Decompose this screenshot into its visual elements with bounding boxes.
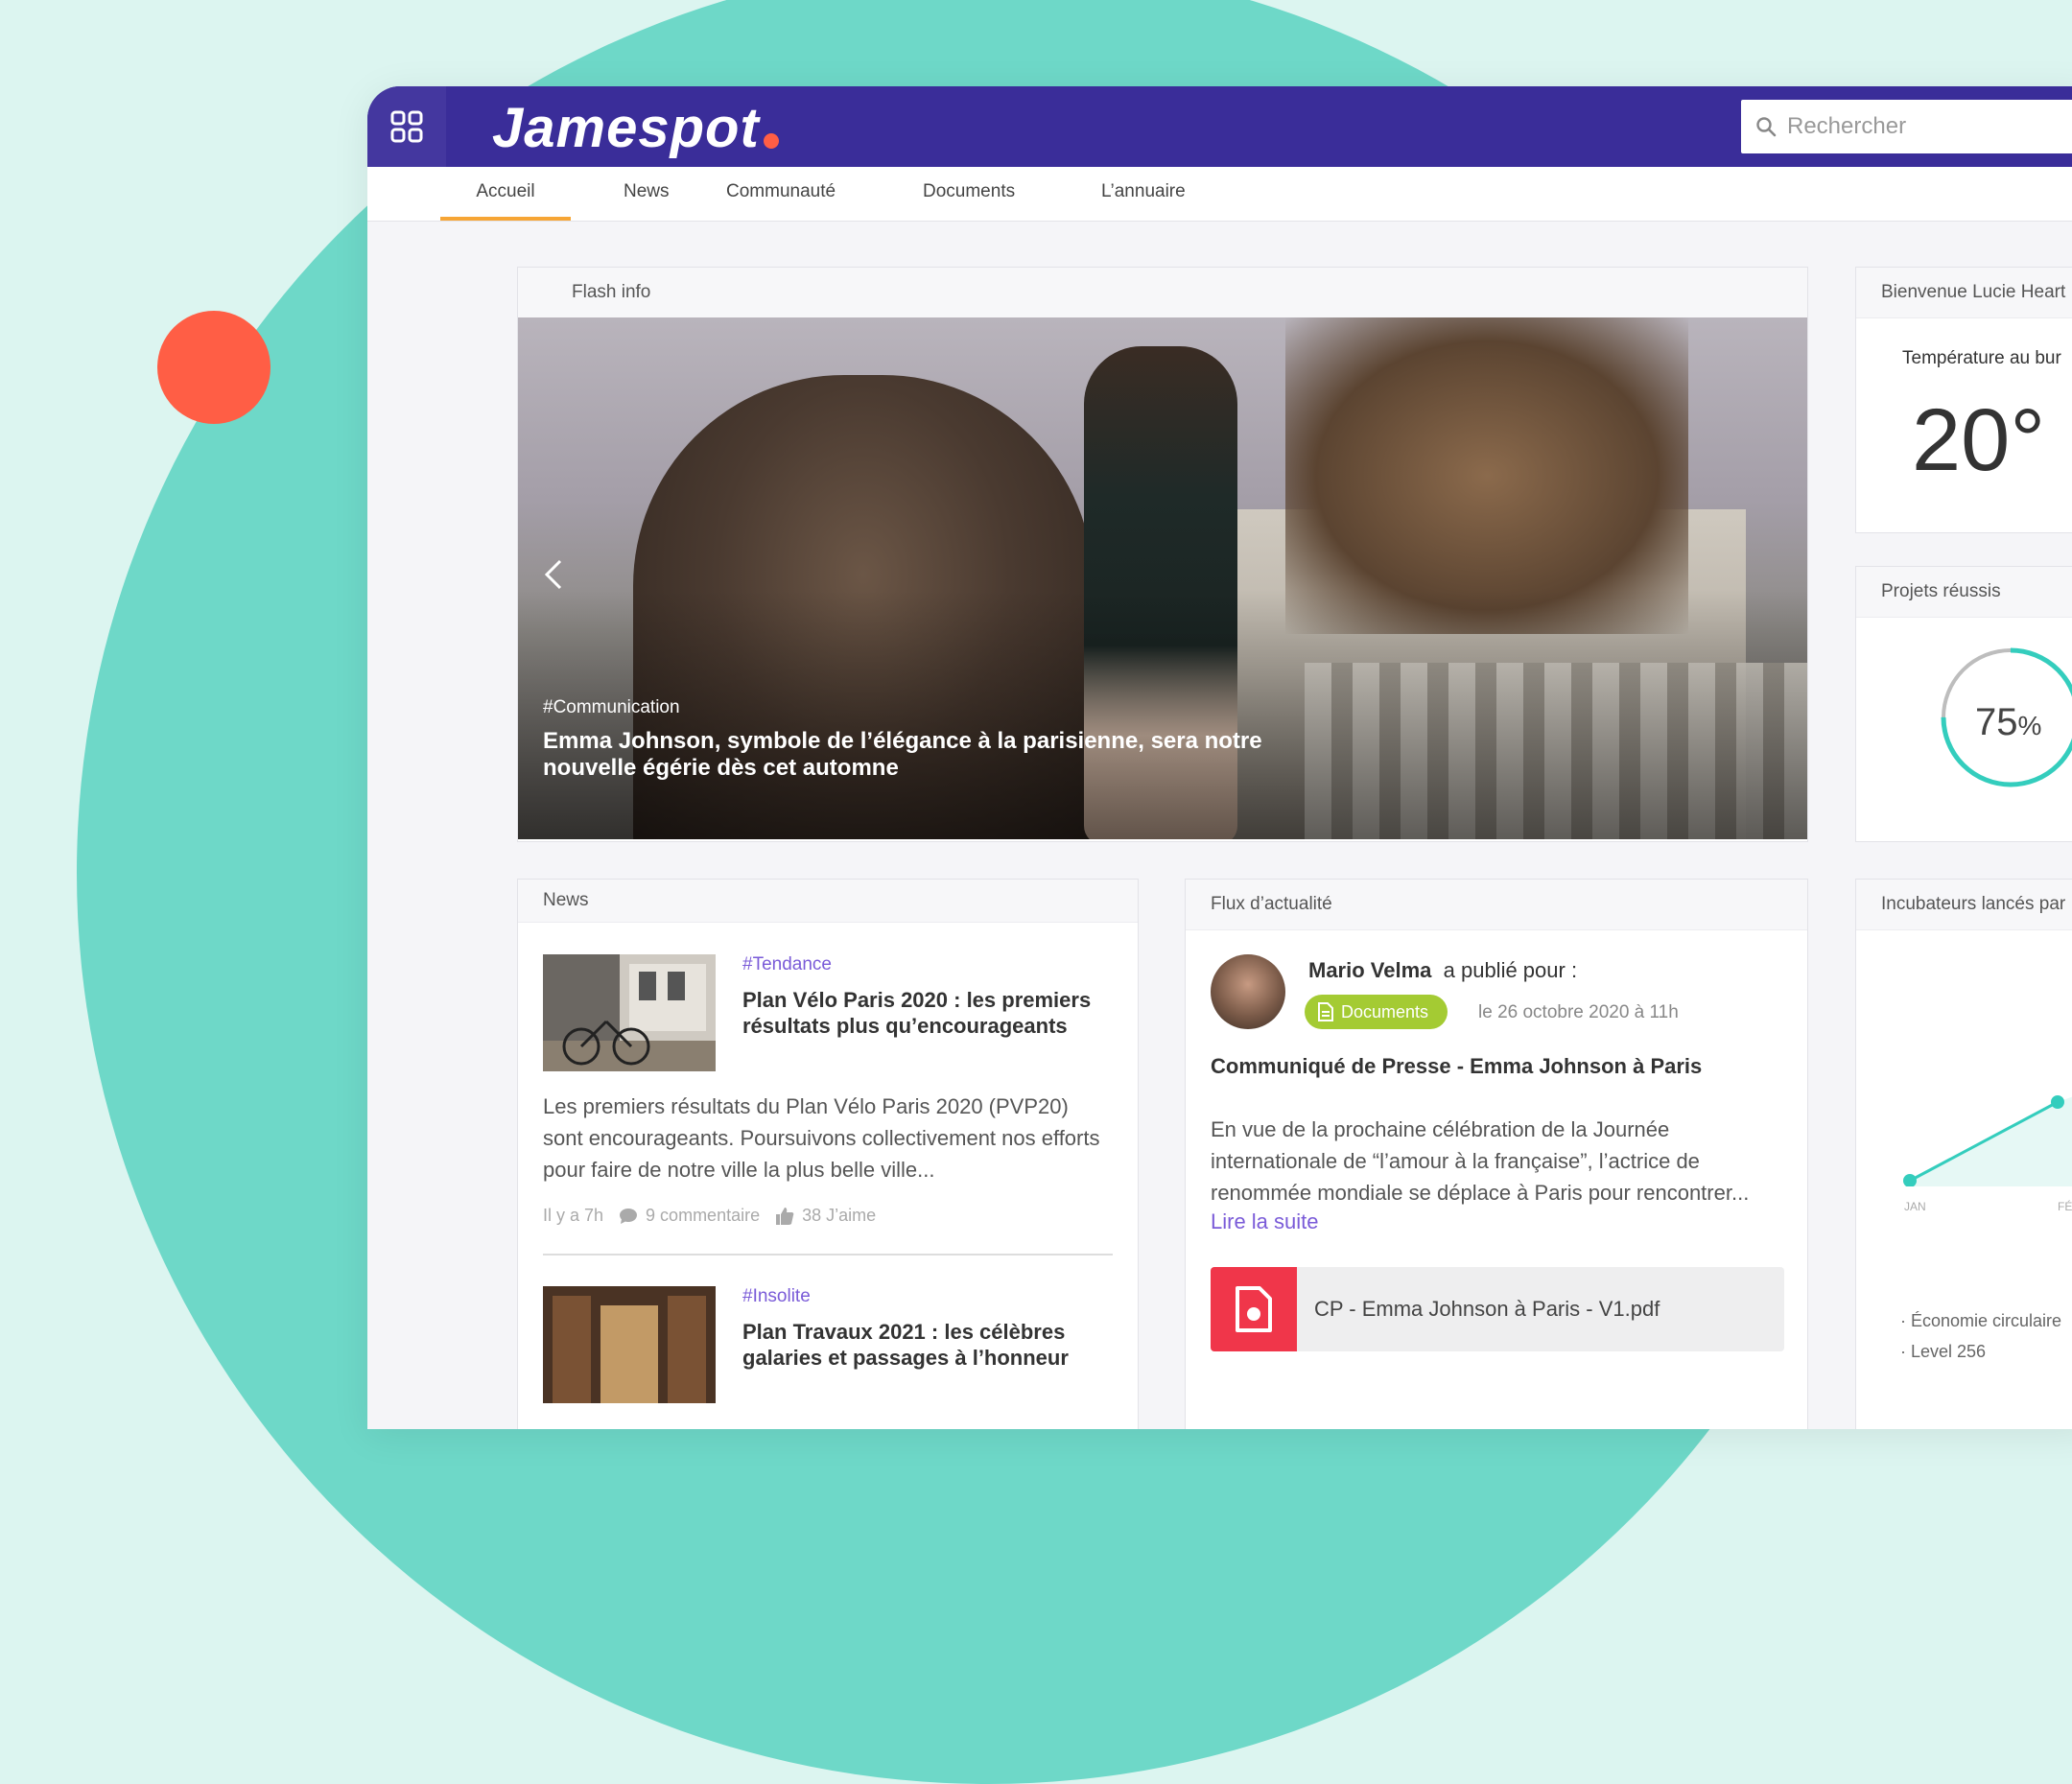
slide-tag[interactable]: #Communication — [543, 697, 680, 718]
search-box — [1741, 100, 2072, 153]
category-label: Documents — [1341, 1001, 1429, 1021]
feed-post-body: En vue de la prochaine célébration de la… — [1211, 1117, 1750, 1205]
file-attachment[interactable]: CP - Emma Johnson à Paris - V1.pdf — [1211, 1267, 1784, 1351]
news-divider — [543, 1254, 1113, 1256]
thumbs-up-icon[interactable] — [775, 1207, 794, 1226]
news-meta-1: Il y a 7h 9 commentaire 38 J’aime — [543, 1206, 876, 1226]
pdf-file-icon — [1236, 1286, 1272, 1332]
logo[interactable]: Jamespot — [492, 92, 779, 163]
file-name: CP - Emma Johnson à Paris - V1.pdf — [1314, 1297, 1660, 1321]
slide-title[interactable]: Emma Johnson, symbole de l’élégance à la… — [543, 728, 1272, 782]
feed-date: le 26 octobre 2020 à 11h — [1478, 1002, 1679, 1022]
apps-grid-button[interactable] — [367, 86, 446, 167]
tab-accueil[interactable]: Accueil — [440, 167, 571, 221]
hero-shade — [518, 590, 1807, 839]
welcome-heading: Bienvenue Lucie Heart — [1856, 268, 2072, 318]
chart-point-jan — [1903, 1174, 1917, 1186]
news-title-1[interactable]: Plan Vélo Paris 2020 : les premiers résu… — [742, 987, 1107, 1039]
news-thumbnail-1[interactable] — [543, 954, 716, 1071]
projects-unit: % — [2017, 711, 2042, 740]
chevron-left-icon[interactable] — [539, 559, 570, 590]
tab-communaute[interactable]: Communauté — [726, 167, 836, 221]
news-title-2[interactable]: Plan Travaux 2021 : les célèbres galarie… — [742, 1319, 1107, 1371]
welcome-card: Bienvenue Lucie Heart Température au bur… — [1855, 267, 2072, 533]
search-input[interactable] — [1785, 112, 2072, 141]
projects-value-wrap: 75% — [1975, 701, 2041, 744]
comment-icon[interactable] — [619, 1208, 638, 1225]
feed-author[interactable]: Mario Velma — [1308, 958, 1431, 982]
document-icon — [1318, 1002, 1333, 1021]
feed-author-line: Mario Velma a publié pour : — [1308, 958, 1577, 983]
hero-statue — [1285, 317, 1688, 634]
projects-heading: Projets réussis — [1856, 567, 2072, 618]
chart-label-feb: FÉ — [2058, 1200, 2072, 1213]
news-thumbnail-2[interactable] — [543, 1286, 716, 1403]
search-icon — [1756, 117, 1777, 137]
pdf-file-tile — [1211, 1267, 1297, 1351]
temperature-label: Température au bur — [1902, 348, 2061, 368]
background-dot — [157, 311, 271, 424]
apps-grid-icon — [390, 110, 423, 143]
top-bar: Jamespot — [367, 86, 2072, 167]
projects-card: Projets réussis 75% — [1855, 566, 2072, 842]
news-body-1: Les premiers résultats du Plan Vélo Pari… — [543, 1094, 1100, 1182]
avatar[interactable] — [1211, 954, 1285, 1029]
incubators-card: Incubateurs lancés par JAN FÉ · Économie… — [1855, 879, 2072, 1429]
app-window: Jamespot Accueil News Communauté Documen… — [367, 86, 2072, 1429]
incubators-heading: Incubateurs lancés par — [1856, 880, 2072, 930]
temperature-value: 20° — [1912, 391, 2046, 489]
tab-annuaire[interactable]: L’annuaire — [1101, 167, 1186, 221]
logo-text: Jamespot — [492, 96, 760, 159]
chart-label-jan: JAN — [1904, 1200, 1926, 1213]
news-card: News #Tendance Plan Vélo Paris 2020 : le… — [517, 879, 1139, 1429]
flash-info-slide[interactable]: #Communication Emma Johnson, symbole de … — [518, 317, 1807, 839]
feed-post-title[interactable]: Communiqué de Presse - Emma Johnson à Pa… — [1211, 1054, 1702, 1079]
chart-point-feb — [2051, 1095, 2064, 1109]
legend-item-1: · Économie circulaire — [1900, 1311, 2062, 1330]
news-comments[interactable]: 9 commentaire — [646, 1206, 760, 1226]
tab-news[interactable]: News — [624, 167, 670, 221]
feed-action: a publié pour : — [1443, 958, 1578, 982]
news-tag-1[interactable]: #Tendance — [742, 954, 832, 975]
news-tag-2[interactable]: #Insolite — [742, 1286, 811, 1307]
legend-item-2: · Level 256 — [1900, 1342, 1987, 1361]
feed-heading: Flux d’actualité — [1186, 880, 1807, 930]
read-more-link[interactable]: Lire la suite — [1211, 1209, 1319, 1234]
feed-card: Flux d’actualité Mario Velma a publié po… — [1185, 879, 1808, 1429]
tab-documents[interactable]: Documents — [923, 167, 1015, 221]
news-likes[interactable]: 38 J’aime — [802, 1206, 876, 1226]
logo-dot — [763, 133, 779, 149]
category-badge[interactable]: Documents — [1305, 995, 1448, 1029]
projects-value: 75 — [1975, 701, 2018, 743]
flash-info-card: Flash info #Communication Emma Johnson, … — [517, 267, 1808, 842]
main-nav: Accueil News Communauté Documents L’annu… — [367, 167, 2072, 222]
incubators-chart — [1903, 1095, 2072, 1186]
news-heading: News — [518, 880, 1138, 923]
flash-info-heading: Flash info — [518, 268, 1807, 318]
news-time: Il y a 7h — [543, 1206, 604, 1225]
